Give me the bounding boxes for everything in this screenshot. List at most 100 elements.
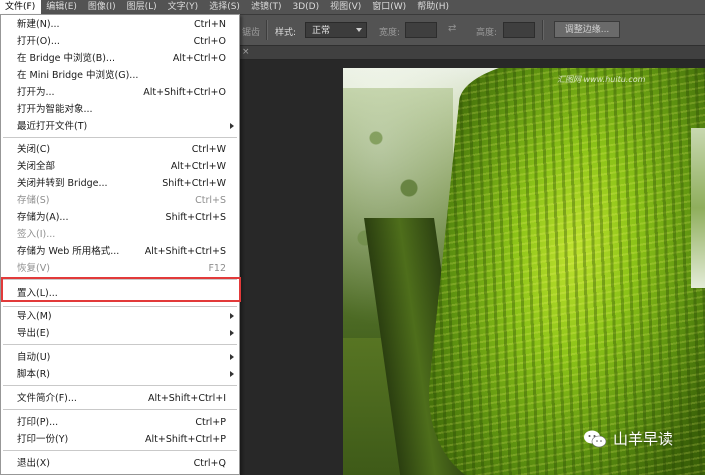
menu-item-shortcut: Ctrl+Q: [193, 458, 226, 469]
menu-item-save-for-web[interactable]: 存储为 Web 所用格式... Alt+Shift+Ctrl+S: [1, 243, 239, 260]
brand-watermark: 山羊早读: [583, 428, 673, 449]
options-separator: [542, 20, 544, 40]
menu-item-shortcut: Alt+Ctrl+W: [170, 161, 226, 172]
menu-item-label: 关闭并转到 Bridge...: [17, 178, 108, 189]
menu-item-shortcut: Alt+Ctrl+O: [172, 53, 226, 64]
menu-item-shortcut: F12: [208, 263, 226, 274]
menu-separator: [3, 137, 237, 138]
menu-item-label: 退出(X): [17, 458, 50, 469]
watermark: 汇图网 www.huitu.com: [557, 75, 646, 84]
menu-select[interactable]: 选择(S): [204, 0, 246, 14]
menu-item-label: 打印(P)...: [17, 417, 59, 428]
menu-item-label: 打开为智能对象...: [17, 104, 93, 115]
menu-item-label: 恢复(V): [17, 263, 50, 274]
menu-item-open-smart-object[interactable]: 打开为智能对象...: [1, 101, 239, 118]
menu-item-shortcut: Alt+Shift+Ctrl+P: [145, 434, 226, 445]
menu-item-label: 存储为(A)...: [17, 212, 69, 223]
menu-separator: [3, 306, 237, 307]
menu-item-label: 存储为 Web 所用格式...: [17, 246, 120, 257]
menu-item-save-as[interactable]: 存储为(A)... Shift+Ctrl+S: [1, 209, 239, 226]
menu-item-save: 存储(S) Ctrl+S: [1, 192, 239, 209]
menu-3d[interactable]: 3D(D): [287, 0, 325, 14]
submenu-arrow-icon: [230, 123, 234, 129]
menu-item-label: 自动(U): [17, 352, 51, 363]
menu-item-close-goto-bridge[interactable]: 关闭并转到 Bridge... Shift+Ctrl+W: [1, 175, 239, 192]
menu-bar: 文件(F) 编辑(E) 图像(I) 图层(L) 文字(Y) 选择(S) 滤镜(T…: [0, 0, 705, 15]
menu-item-label: 存储(S): [17, 195, 50, 206]
menu-item-shortcut: Ctrl+O: [193, 36, 226, 47]
document-image: 汇图网 www.huitu.com: [343, 68, 705, 475]
menu-item-label: 关闭(C): [17, 144, 51, 155]
menu-item-label: 新建(N)...: [17, 19, 60, 30]
menu-item-exit[interactable]: 退出(X) Ctrl+Q: [1, 455, 239, 472]
anti-alias-label: 锯齿: [242, 28, 261, 38]
menu-item-open-as[interactable]: 打开为... Alt+Shift+Ctrl+O: [1, 84, 239, 101]
style-label: 样式:: [275, 28, 297, 38]
menu-window[interactable]: 窗口(W): [367, 0, 412, 14]
menu-item-file-info[interactable]: 文件简介(F)... Alt+Shift+Ctrl+I: [1, 390, 239, 407]
menu-help[interactable]: 帮助(H): [412, 0, 455, 14]
height-input[interactable]: [503, 22, 535, 38]
menu-type[interactable]: 文字(Y): [163, 0, 205, 14]
foliage-right: [691, 128, 705, 288]
menu-item-shortcut: Ctrl+P: [195, 417, 226, 428]
menu-separator: [3, 450, 237, 451]
menu-separator: [3, 409, 237, 410]
menu-item-automate[interactable]: 自动(U): [1, 349, 239, 366]
menu-item-label: 关闭全部: [17, 161, 56, 172]
width-input[interactable]: [405, 22, 437, 38]
menu-item-shortcut: Alt+Shift+Ctrl+I: [147, 393, 226, 404]
menu-item-shortcut: Shift+Ctrl+W: [162, 178, 226, 189]
menu-separator: [3, 344, 237, 345]
menu-item-open[interactable]: 打开(O)... Ctrl+O: [1, 33, 239, 50]
menu-item-label: 签入(I)...: [17, 229, 56, 240]
style-select[interactable]: 正常: [305, 22, 367, 38]
menu-item-label: 打开为...: [17, 87, 55, 98]
menu-item-new[interactable]: 新建(N)... Ctrl+N: [1, 16, 239, 33]
menu-item-shortcut: Alt+Shift+Ctrl+O: [143, 87, 226, 98]
menu-layer[interactable]: 图层(L): [122, 0, 163, 14]
menu-item-browse-mini-bridge[interactable]: 在 Mini Bridge 中浏览(G)...: [1, 67, 239, 84]
close-icon[interactable]: ×: [242, 47, 250, 57]
menu-item-recent-files[interactable]: 最近打开文件(T): [1, 118, 239, 135]
document-tab-strip: ×: [240, 46, 705, 60]
menu-item-check-in: 签入(I)...: [1, 226, 239, 243]
menu-item-shortcut: Ctrl+S: [195, 195, 226, 206]
menu-item-scripts[interactable]: 脚本(R): [1, 366, 239, 383]
menu-item-close-all[interactable]: 关闭全部 Alt+Ctrl+W: [1, 158, 239, 175]
menu-item-shortcut: Ctrl+W: [191, 144, 226, 155]
menu-file[interactable]: 文件(F): [0, 0, 42, 14]
menu-item-close[interactable]: 关闭(C) Ctrl+W: [1, 141, 239, 158]
width-label: 宽度:: [379, 28, 401, 38]
swap-icon[interactable]: ⇄: [448, 23, 456, 34]
menu-image[interactable]: 图像(I): [83, 0, 122, 14]
submenu-arrow-icon: [230, 313, 234, 319]
place-highlight-box: [1, 277, 241, 302]
menu-item-shortcut: Ctrl+N: [194, 19, 226, 30]
menu-item-shortcut: Alt+Shift+Ctrl+S: [144, 246, 226, 257]
menu-item-shortcut: Shift+Ctrl+S: [165, 212, 226, 223]
menu-item-import[interactable]: 导入(M): [1, 308, 239, 325]
menu-item-browse-bridge[interactable]: 在 Bridge 中浏览(B)... Alt+Ctrl+O: [1, 50, 239, 67]
submenu-arrow-icon: [230, 371, 234, 377]
menu-separator: [3, 385, 237, 386]
options-separator: [266, 20, 268, 40]
menu-item-label: 文件简介(F)...: [17, 393, 77, 404]
submenu-arrow-icon: [230, 330, 234, 336]
refine-edge-button[interactable]: 调整边缘...: [554, 21, 620, 38]
mossy-tree-trunk: [418, 68, 705, 475]
menu-item-export[interactable]: 导出(E): [1, 325, 239, 342]
menu-item-label: 导出(E): [17, 328, 50, 339]
menu-item-print[interactable]: 打印(P)... Ctrl+P: [1, 414, 239, 431]
menu-item-label: 打印一份(Y): [17, 434, 69, 445]
menu-item-label: 脚本(R): [17, 369, 51, 380]
file-menu: 新建(N)... Ctrl+N 打开(O)... Ctrl+O 在 Bridge…: [0, 14, 240, 475]
menu-edit[interactable]: 编辑(E): [41, 0, 83, 14]
menu-view[interactable]: 视图(V): [325, 0, 367, 14]
chevron-down-icon: [356, 28, 362, 32]
menu-item-print-one-copy[interactable]: 打印一份(Y) Alt+Shift+Ctrl+P: [1, 431, 239, 448]
menu-item-label: 打开(O)...: [17, 36, 60, 47]
menu-filter[interactable]: 滤镜(T): [246, 0, 288, 14]
wechat-icon: [584, 430, 607, 447]
menu-item-label: 最近打开文件(T): [17, 121, 88, 132]
